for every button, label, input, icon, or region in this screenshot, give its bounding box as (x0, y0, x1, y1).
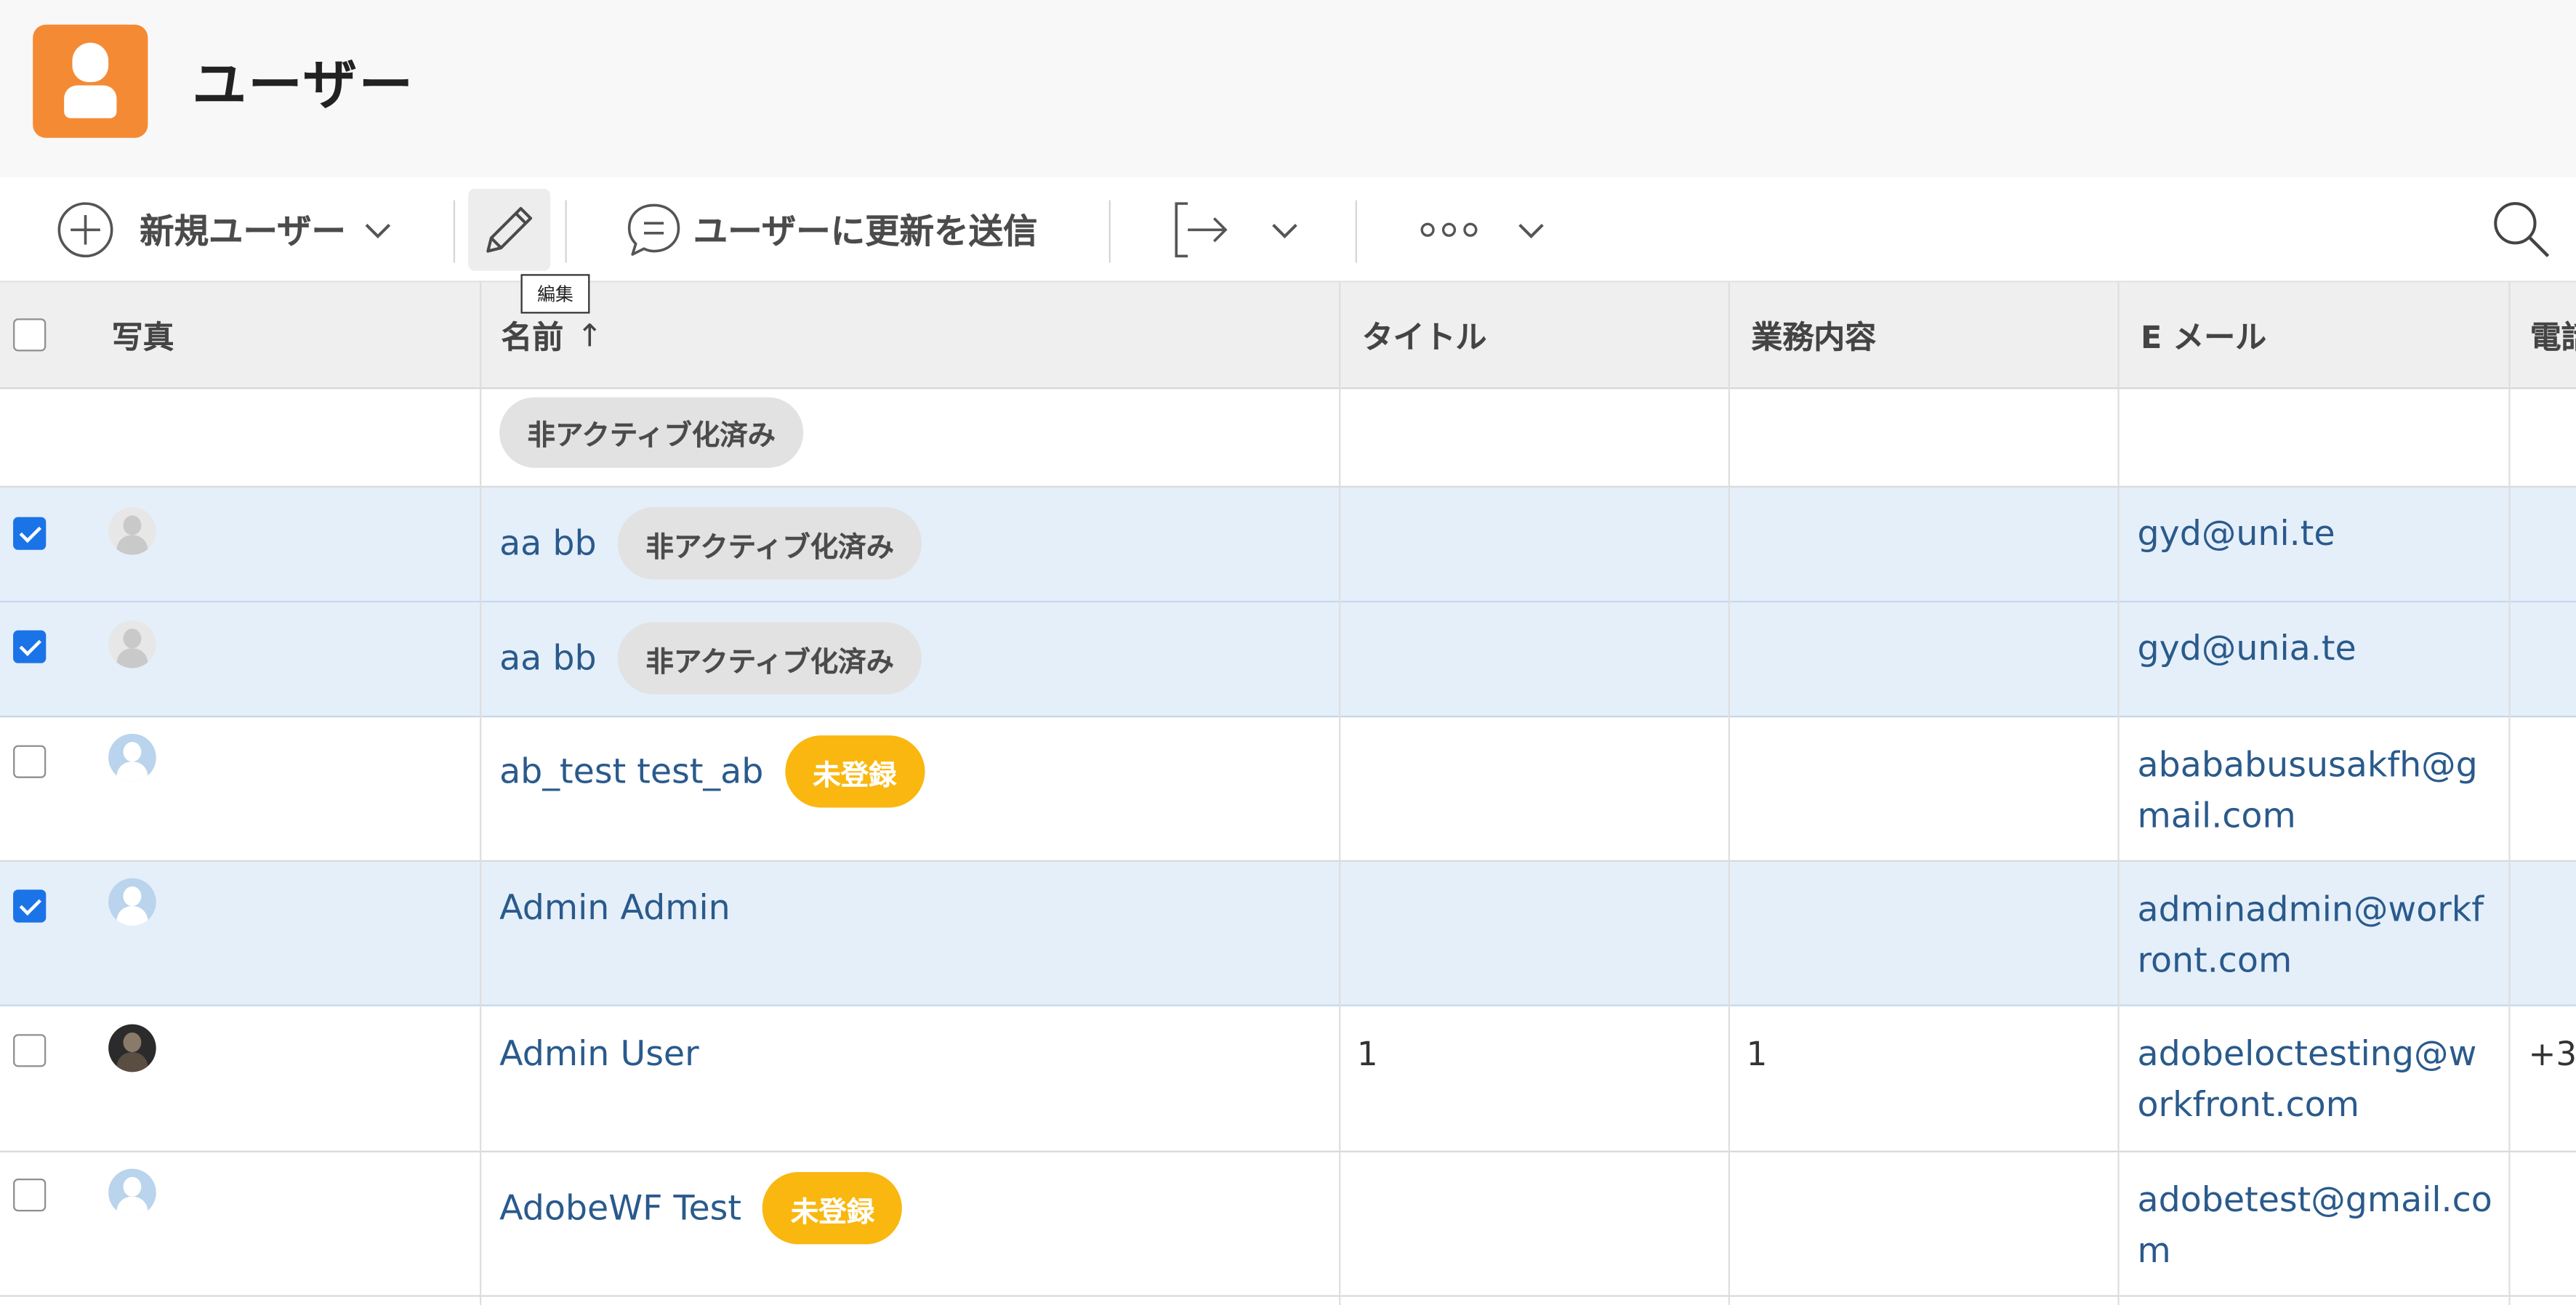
user-name-link[interactable]: Admin Admin (499, 888, 730, 927)
column-divider (2508, 282, 2511, 1305)
row-checkbox[interactable] (13, 1179, 47, 1212)
column-header-name-label: 名前 (501, 320, 564, 357)
avatar (108, 878, 156, 926)
column-header-job[interactable]: 業務内容 (1751, 283, 1876, 389)
unregistered-badge: 未登録 (784, 735, 925, 808)
more-icon (1420, 222, 1478, 237)
column-header-photo: 写真 (111, 320, 174, 357)
email-link[interactable]: gyd@uni.te (2138, 509, 2496, 559)
toolbar-divider (1108, 200, 1111, 263)
toolbar-divider (453, 200, 456, 263)
edit-tooltip: 編集 (520, 274, 590, 314)
column-divider (479, 282, 482, 1305)
table-header: 写真 名前 ↑ タイトル 業務内容 E メール 電話 (0, 282, 2576, 389)
send-update-button[interactable]: ユーザーに更新を送信 (626, 198, 1038, 261)
title-cell: 1 (1356, 1034, 1378, 1074)
comment-icon (627, 203, 680, 256)
new-user-button[interactable]: 新規ユーザー (56, 201, 392, 259)
user-name-link[interactable]: aa bb (499, 639, 597, 678)
page-title: ユーザー (192, 52, 415, 117)
user-name-link[interactable]: ab_test test_ab (499, 752, 763, 791)
chevron-down-icon (1272, 224, 1297, 239)
chevron-down-icon (364, 224, 390, 239)
toolbar-divider (565, 200, 567, 263)
user-icon (33, 24, 148, 138)
column-header-title[interactable]: タイトル (1362, 283, 1487, 389)
unregistered-badge: 未登録 (762, 1171, 903, 1245)
chevron-down-icon (1518, 224, 1544, 239)
row-checkbox[interactable] (13, 889, 47, 923)
avatar (108, 733, 156, 782)
pencil-icon (486, 206, 533, 253)
toolbar: 新規ユーザー ユーザーに更新を送信 (0, 177, 2576, 283)
row-checkbox[interactable] (13, 1034, 47, 1067)
email-link[interactable]: adminadmin@workfront.com (2138, 885, 2496, 987)
user-name-link[interactable]: aa bb (499, 524, 597, 563)
toolbar-divider (1355, 200, 1357, 263)
search-button[interactable] (2490, 198, 2553, 261)
sort-ascending-icon: ↑ (576, 318, 603, 354)
avatar (108, 1024, 156, 1072)
row-checkbox[interactable] (13, 517, 47, 550)
column-divider (1728, 282, 1730, 1305)
plus-circle-icon (57, 202, 113, 258)
email-link[interactable]: adobeloctesting@workfront.com (2138, 1029, 2496, 1131)
page-header: ユーザー (0, 0, 2576, 177)
phone-cell: +3 (2528, 1034, 2576, 1074)
export-icon (1175, 202, 1228, 258)
column-header-phone[interactable]: 電話 (2530, 283, 2576, 389)
avatar (108, 1168, 156, 1216)
table-row[interactable]: AdobeWF Test 未登録 adobetest@gmail.com (0, 1152, 2576, 1297)
send-update-label: ユーザーに更新を送信 (693, 211, 1038, 251)
search-icon (2494, 202, 2550, 258)
email-link[interactable]: abababususakfh@gmail.com (2138, 740, 2496, 842)
table-row[interactable]: Admin Admin adminadmin@workfront.com (0, 862, 2576, 1006)
edit-button[interactable] (468, 188, 551, 271)
table-row[interactable]: aa bb 非アクティブ化済み gyd@uni.te (0, 487, 2576, 603)
users-page: ユーザー 新規ユーザー ユーザーに更新を送信 編集 写真 名前 ↑ タイトル 業… (0, 0, 2576, 1305)
column-divider (2117, 282, 2120, 1305)
export-button[interactable] (1172, 197, 1300, 262)
user-name-link[interactable]: AdobeWF Test (499, 1189, 741, 1228)
row-checkbox[interactable] (13, 630, 47, 663)
job-cell: 1 (1746, 1034, 1768, 1074)
inactive-badge: 非アクティブ化済み (499, 397, 804, 468)
user-name-link[interactable]: Admin User (499, 1034, 699, 1073)
row-checkbox[interactable] (13, 745, 47, 778)
table-row[interactable]: Admin User 1 1 adobeloctesting@workfront… (0, 1006, 2576, 1152)
table-row[interactable]: ab_test test_ab 未登録 abababususakfh@gmail… (0, 717, 2576, 862)
avatar (108, 620, 156, 668)
inactive-badge: 非アクティブ化済み (618, 622, 922, 695)
column-divider (1339, 282, 1341, 1305)
table-row[interactable]: 非アクティブ化済み (0, 389, 2576, 488)
inactive-badge: 非アクティブ化済み (618, 507, 922, 580)
column-header-email[interactable]: E メール (2141, 283, 2266, 389)
avatar (108, 507, 156, 555)
select-all-checkbox[interactable] (13, 318, 47, 352)
email-link[interactable]: adobetest@gmail.com (2138, 1176, 2496, 1277)
more-button[interactable] (1420, 210, 1546, 249)
new-user-label: 新規ユーザー (140, 211, 346, 251)
table-row[interactable]: aa bb 非アクティブ化済み gyd@unia.te (0, 602, 2576, 718)
email-link[interactable]: gyd@unia.te (2138, 623, 2496, 674)
